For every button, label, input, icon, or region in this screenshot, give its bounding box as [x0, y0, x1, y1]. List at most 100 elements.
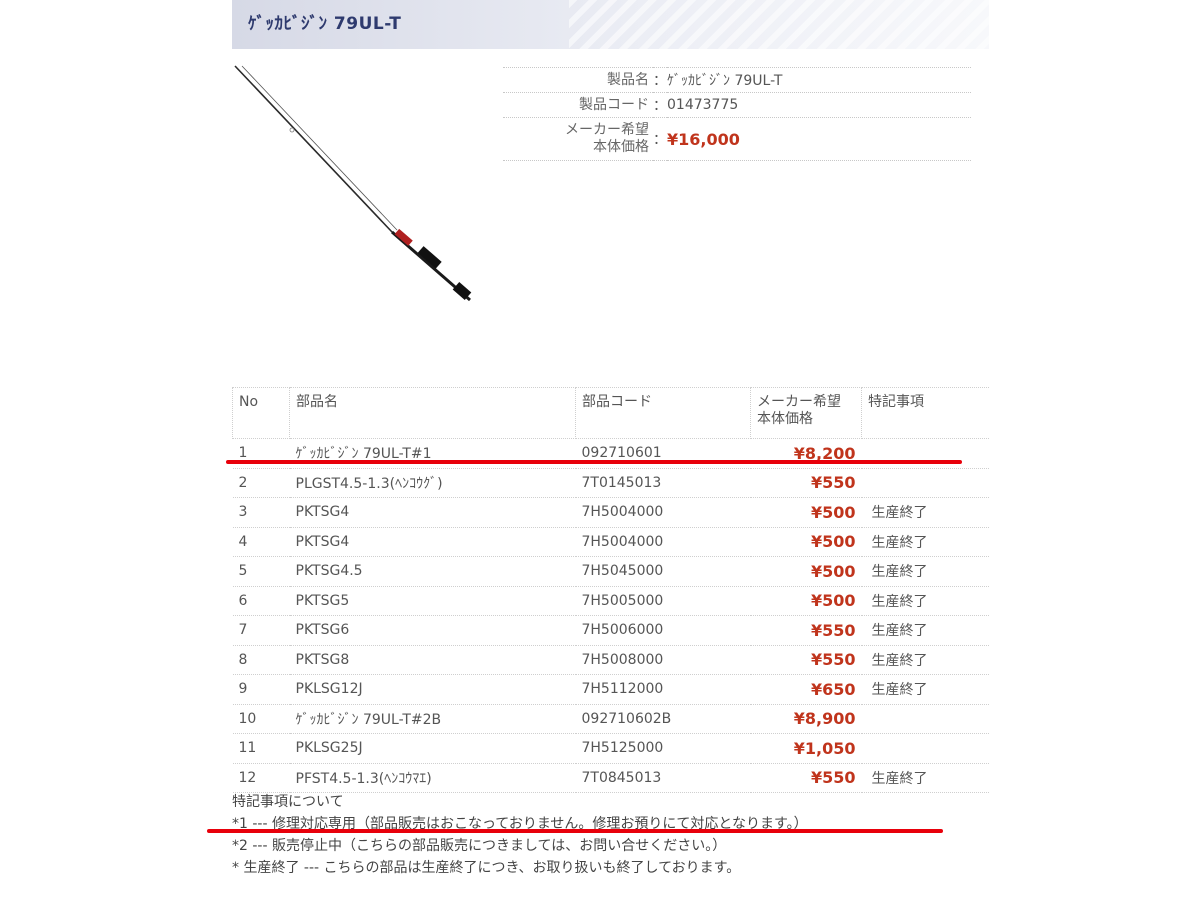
colon: ：: [653, 117, 667, 161]
row-note: 生産終了: [861, 645, 989, 675]
row-part-code: 7T0845013: [575, 763, 751, 793]
annotation-underline-note1: [207, 829, 943, 833]
row-part-code: 7H5112000: [575, 674, 751, 705]
table-row: 10 ｹﾞｯｶﾋﾞｼﾞﾝ 79UL-T#2B 092710602B ¥8,900: [232, 704, 989, 734]
row-no: 7: [232, 615, 290, 646]
row-part-name: PKTSG4: [289, 527, 576, 557]
row-note: 生産終了: [861, 556, 989, 587]
row-part-name: PLGST4.5-1.3(ﾍﾝｺｳｸﾞ): [289, 468, 576, 498]
row-price: ¥1,050: [750, 733, 862, 764]
row-no: 2: [232, 468, 290, 498]
row-note: [861, 704, 989, 734]
row-no: 3: [232, 497, 290, 528]
col-header-notes: 特記事項: [861, 387, 989, 439]
colon: ：: [653, 92, 667, 118]
row-part-name: PKLSG25J: [289, 733, 576, 764]
row-price: ¥8,900: [750, 704, 862, 734]
row-part-code: 7T0145013: [575, 468, 751, 498]
parts-table: No 部品名 部品コード メーカー希望 本体価格 特記事項 1 ｹﾞｯｶﾋﾞｼﾞﾝ…: [232, 387, 989, 793]
row-price: ¥500: [750, 586, 862, 616]
col-header-code: 部品コード: [575, 387, 751, 439]
row-part-code: 7H5008000: [575, 645, 751, 675]
row-price: ¥500: [750, 497, 862, 528]
row-part-code: 7H5004000: [575, 497, 751, 528]
row-no: 6: [232, 586, 290, 616]
page-title: ｹﾞｯｶﾋﾞｼﾞﾝ 79UL-T: [248, 14, 402, 34]
col-header-no: No: [232, 387, 290, 439]
spec-row-name: 製品名 ： ｹﾞｯｶﾋﾞｼﾞﾝ 79UL-T: [503, 67, 971, 93]
notes-line-2: *2 --- 販売停止中（こちらの部品販売につきましては、お問い合せください。）: [232, 838, 727, 854]
row-part-code: 7H5006000: [575, 615, 751, 646]
col-header-name: 部品名: [289, 387, 576, 439]
price-label-line2: 本体価格: [593, 139, 649, 155]
product-name-label: 製品名: [503, 67, 653, 93]
table-row: 6 PKTSG5 7H5005000 ¥500 生産終了: [232, 586, 989, 616]
table-row: 4 PKTSG4 7H5004000 ¥500 生産終了: [232, 527, 989, 557]
product-code-label: 製品コード: [503, 92, 653, 118]
row-price: ¥650: [750, 674, 862, 705]
spec-row-code: 製品コード ： 01473775: [503, 92, 971, 118]
row-note: 生産終了: [861, 763, 989, 793]
row-part-name: PKLSG12J: [289, 674, 576, 705]
row-part-code: 7H5005000: [575, 586, 751, 616]
product-name-value: ｹﾞｯｶﾋﾞｼﾞﾝ 79UL-T: [667, 67, 971, 93]
product-price-label: メーカー希望 本体価格: [503, 117, 653, 161]
row-no: 9: [232, 674, 290, 705]
table-row: 12 PFST4.5-1.3(ﾍﾝｺｳﾏｴ) 7T0845013 ¥550 生産終了: [232, 763, 989, 793]
spec-row-price: メーカー希望 本体価格 ： ¥16,000: [503, 117, 971, 161]
row-price: ¥500: [750, 527, 862, 557]
annotation-underline-row1: [226, 460, 962, 464]
table-row: 9 PKLSG12J 7H5112000 ¥650 生産終了: [232, 674, 989, 705]
row-part-name: PKTSG4: [289, 497, 576, 528]
table-row: 2 PLGST4.5-1.3(ﾍﾝｺｳｸﾞ) 7T0145013 ¥550: [232, 468, 989, 498]
row-part-name: PFST4.5-1.3(ﾍﾝｺｳﾏｴ): [289, 763, 576, 793]
page-header: ｹﾞｯｶﾋﾞｼﾞﾝ 79UL-T: [232, 0, 989, 49]
row-part-code: 7H5004000: [575, 527, 751, 557]
row-part-name: ｹﾞｯｶﾋﾞｼﾞﾝ 79UL-T#2B: [289, 704, 576, 734]
table-row: 11 PKLSG25J 7H5125000 ¥1,050: [232, 733, 989, 764]
row-price: ¥550: [750, 645, 862, 675]
notes-line-3: * 生産終了 --- こちらの部品は生産終了につき、お取り扱いも終了しております…: [232, 860, 741, 876]
row-part-code: 7H5125000: [575, 733, 751, 764]
row-no: 10: [232, 704, 290, 734]
price-label-line1: メーカー希望: [565, 122, 649, 138]
row-price: ¥550: [750, 615, 862, 646]
row-note: 生産終了: [861, 615, 989, 646]
notes-section: 特記事項について *1 --- 修理対応専用（部品販売はおこなっておりません。修…: [232, 791, 808, 879]
row-no: 5: [232, 556, 290, 587]
row-price: ¥500: [750, 556, 862, 587]
col-header-price: メーカー希望 本体価格: [750, 387, 862, 439]
parts-header-row: No 部品名 部品コード メーカー希望 本体価格 特記事項: [232, 387, 989, 439]
row-note: [861, 733, 989, 764]
row-note: 生産終了: [861, 527, 989, 557]
table-row: 5 PKTSG4.5 7H5045000 ¥500 生産終了: [232, 556, 989, 587]
row-no: 11: [232, 733, 290, 764]
table-row: 3 PKTSG4 7H5004000 ¥500 生産終了: [232, 497, 989, 528]
row-note: 生産終了: [861, 497, 989, 528]
row-note: 生産終了: [861, 586, 989, 616]
row-price: ¥550: [750, 468, 862, 498]
row-part-code: 092710602B: [575, 704, 751, 734]
product-price-value: ¥16,000: [667, 117, 971, 161]
row-no: 4: [232, 527, 290, 557]
colon: ：: [653, 67, 667, 93]
col-header-price-line1: メーカー希望: [757, 394, 841, 410]
product-code-value: 01473775: [667, 92, 971, 118]
fishing-rod-image: [234, 65, 472, 302]
col-header-price-line2: 本体価格: [757, 411, 813, 427]
header-decoration: [569, 0, 989, 49]
row-no: 8: [232, 645, 290, 675]
product-spec-table: 製品名 ： ｹﾞｯｶﾋﾞｼﾞﾝ 79UL-T 製品コード ： 01473775 …: [503, 67, 971, 161]
table-row: 7 PKTSG6 7H5006000 ¥550 生産終了: [232, 615, 989, 646]
row-part-name: PKTSG5: [289, 586, 576, 616]
notes-heading: 特記事項について: [232, 794, 344, 810]
row-part-name: PKTSG6: [289, 615, 576, 646]
row-no: 12: [232, 763, 290, 793]
row-price: ¥550: [750, 763, 862, 793]
table-row: 8 PKTSG8 7H5008000 ¥550 生産終了: [232, 645, 989, 675]
row-part-name: PKTSG8: [289, 645, 576, 675]
row-part-name: PKTSG4.5: [289, 556, 576, 587]
row-part-code: 7H5045000: [575, 556, 751, 587]
row-note: 生産終了: [861, 674, 989, 705]
row-note: [861, 468, 989, 498]
